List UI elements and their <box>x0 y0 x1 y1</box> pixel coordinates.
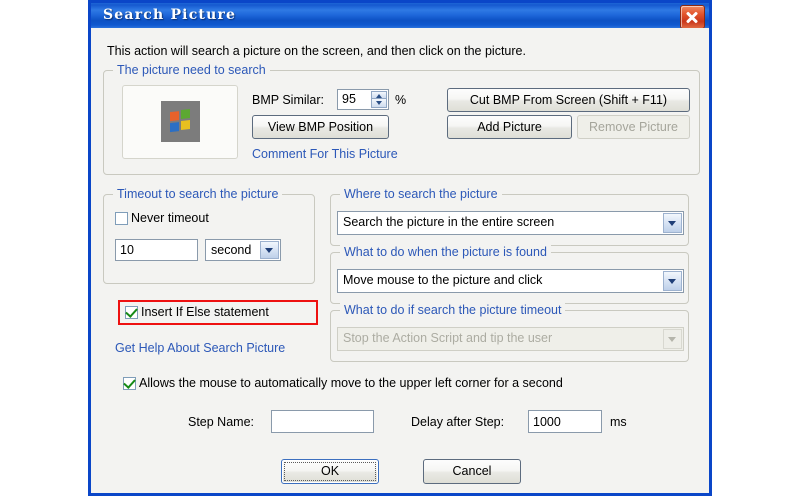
timeout-unit-select[interactable]: second <box>205 239 281 261</box>
dialog-body: This action will search a picture on the… <box>91 28 709 493</box>
chevron-down-icon[interactable] <box>663 213 682 233</box>
on-timeout-action-value: Stop the Action Script and tip the user <box>343 331 553 345</box>
on-found-action-value: Move mouse to the picture and click <box>343 273 543 287</box>
timeout-unit-value: second <box>211 243 252 257</box>
cut-bmp-label: Cut BMP From Screen (Shift + F11) <box>469 92 668 107</box>
cancel-button[interactable]: Cancel <box>423 459 521 484</box>
chevron-down-icon <box>663 329 682 349</box>
found-group-legend: What to do when the picture is found <box>340 245 551 259</box>
close-icon[interactable] <box>680 5 705 29</box>
remove-picture-label: Remove Picture <box>589 119 678 134</box>
timeout-group-legend: Timeout to search the picture <box>113 187 283 201</box>
bmp-similar-label: BMP Similar: <box>252 93 325 107</box>
step-name-label: Step Name: <box>188 415 255 429</box>
on-found-action-select[interactable]: Move mouse to the picture and click <box>337 269 684 293</box>
bmp-similar-value: 95 <box>342 92 356 106</box>
picture-preview[interactable] <box>122 85 238 159</box>
delay-unit-label: ms <box>610 415 627 429</box>
chevron-down-icon[interactable] <box>260 241 279 259</box>
add-picture-button[interactable]: Add Picture <box>447 115 572 139</box>
screen: Search Picture This action will search a… <box>0 0 800 500</box>
ok-button[interactable]: OK <box>281 459 379 484</box>
where-to-search-select[interactable]: Search the picture in the entire screen <box>337 211 684 235</box>
ok-label: OK <box>320 464 340 479</box>
picture-group: The picture need to search BMP Similar: … <box>103 63 700 175</box>
remove-picture-button: Remove Picture <box>577 115 690 139</box>
timeout-action-group: What to do if search the picture timeout… <box>330 303 689 362</box>
check-icon <box>125 305 138 318</box>
timeout-group: Timeout to search the picture Never time… <box>103 187 315 284</box>
step-name-input[interactable] <box>271 410 374 433</box>
cut-bmp-from-screen-button[interactable]: Cut BMP From Screen (Shift + F11) <box>447 88 690 112</box>
spinner-up-icon[interactable] <box>371 91 387 99</box>
search-picture-dialog: Search Picture This action will search a… <box>88 0 712 496</box>
auto-move-mouse-label: Allows the mouse to automatically move t… <box>139 376 563 390</box>
never-timeout-label: Never timeout <box>131 211 209 225</box>
check-icon <box>123 376 136 389</box>
timeout-value-input[interactable] <box>115 239 198 261</box>
chevron-down-icon[interactable] <box>663 271 682 291</box>
found-group: What to do when the picture is found Mov… <box>330 245 689 304</box>
checkbox-box <box>115 212 128 225</box>
window-title: Search Picture <box>103 7 237 23</box>
view-bmp-position-button[interactable]: View BMP Position <box>252 115 389 139</box>
view-bmp-position-label: View BMP Position <box>267 119 374 134</box>
windows-logo-icon <box>161 101 200 142</box>
get-help-link[interactable]: Get Help About Search Picture <box>115 341 285 355</box>
checkbox-box <box>125 305 138 319</box>
on-timeout-action-select: Stop the Action Script and tip the user <box>337 327 684 351</box>
bmp-similar-stepper[interactable]: 95 <box>337 89 389 110</box>
delay-after-step-label: Delay after Step: <box>411 415 505 429</box>
comment-for-picture-link[interactable]: Comment For This Picture <box>252 147 398 161</box>
delay-after-step-input[interactable] <box>528 410 602 433</box>
timeout-action-group-legend: What to do if search the picture timeout <box>340 303 566 317</box>
spinner-down-icon[interactable] <box>371 99 387 108</box>
cancel-label: Cancel <box>452 464 492 479</box>
where-group: Where to search the picture Search the p… <box>330 187 689 246</box>
where-to-search-value: Search the picture in the entire screen <box>343 215 555 229</box>
title-bar: Search Picture <box>88 0 712 29</box>
insert-if-else-label: Insert If Else statement <box>141 305 269 319</box>
intro-text: This action will search a picture on the… <box>107 44 526 58</box>
where-group-legend: Where to search the picture <box>340 187 502 201</box>
checkbox-box <box>123 376 136 390</box>
picture-group-legend: The picture need to search <box>113 63 270 77</box>
percent-label: % <box>395 93 407 107</box>
add-picture-label: Add Picture <box>477 119 542 134</box>
